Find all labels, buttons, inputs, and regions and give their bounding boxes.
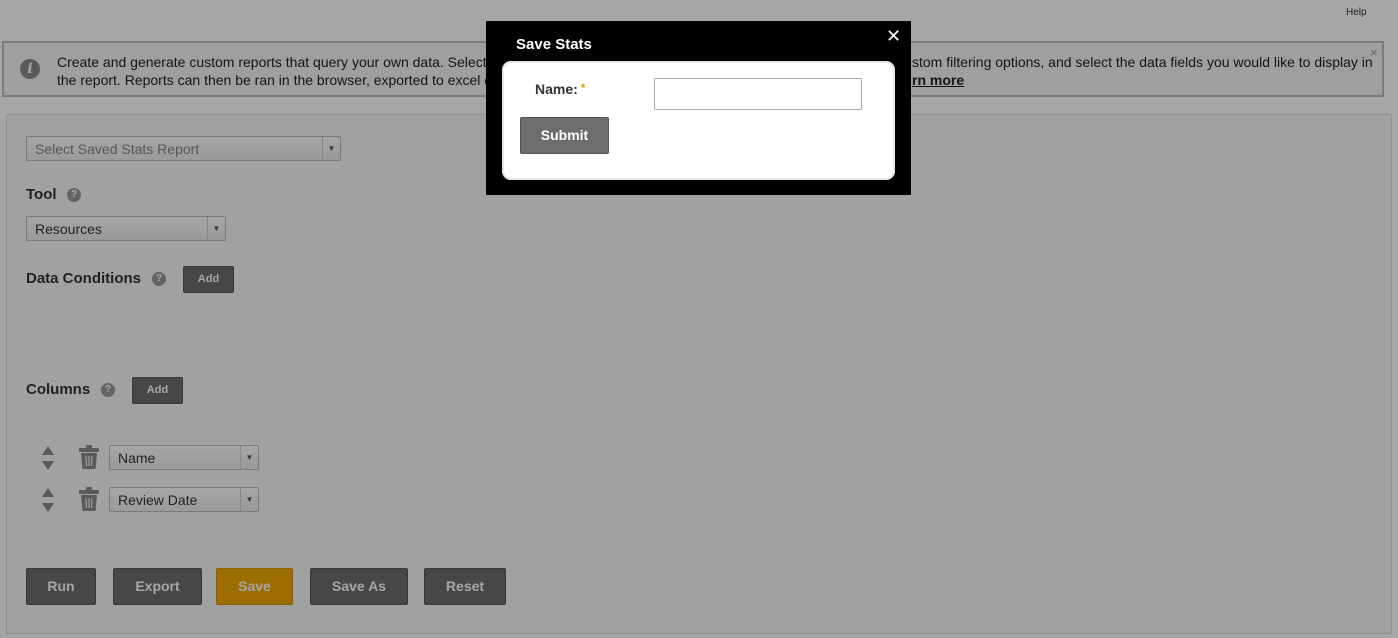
save-stats-modal: Save Stats ✕ Name: * Submit [486, 21, 911, 195]
page: Help i Create and generate custom report… [0, 0, 1398, 638]
modal-body: Name: * Submit [502, 61, 895, 180]
name-label-text: Name: [535, 81, 578, 97]
name-input[interactable] [654, 78, 862, 110]
modal-title: Save Stats [516, 36, 592, 53]
close-icon[interactable]: ✕ [886, 26, 901, 46]
required-mark: * [580, 81, 586, 95]
name-field-label: Name: * [535, 81, 585, 97]
submit-button[interactable]: Submit [520, 117, 609, 154]
